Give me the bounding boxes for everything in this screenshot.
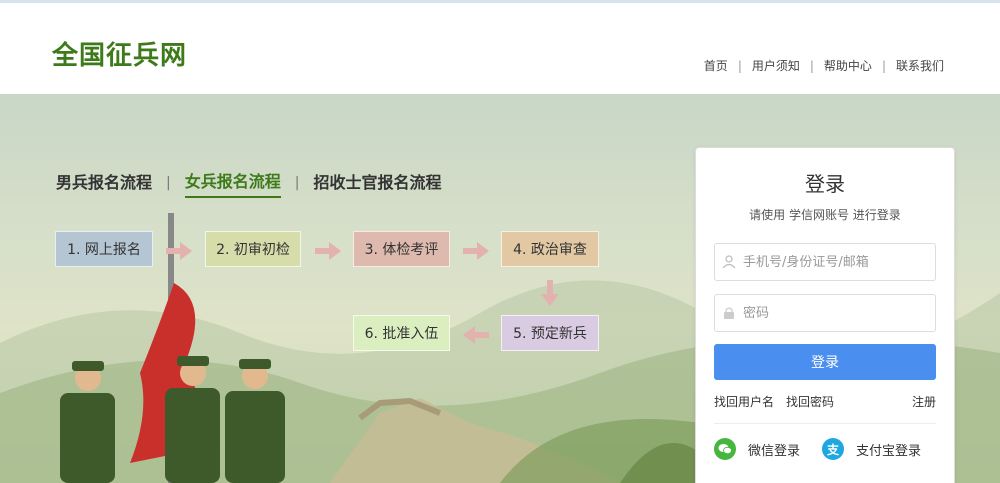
wechat-login-button[interactable]: 微信登录 bbox=[714, 438, 800, 460]
alipay-icon: 支 bbox=[822, 438, 845, 460]
step-online-registration: 1. 网上报名 bbox=[55, 231, 153, 267]
arrow-right-icon bbox=[166, 242, 192, 260]
lock-icon bbox=[715, 306, 743, 320]
step-political-review: 4. 政治审查 bbox=[501, 231, 599, 267]
password-field[interactable] bbox=[714, 294, 936, 332]
login-panel: 登录 请使用 学信网账号 进行登录 登录 找回用户名 找回密码 注册 微信登录 … bbox=[695, 147, 955, 483]
password-input[interactable] bbox=[743, 305, 923, 321]
arrow-left-icon bbox=[463, 326, 489, 344]
tab-divider: | bbox=[166, 175, 171, 191]
site-header: 全国征兵网 首页 | 用户须知 | 帮助中心 | 联系我们 bbox=[0, 0, 1000, 94]
user-icon bbox=[715, 255, 743, 269]
username-field[interactable] bbox=[714, 243, 936, 281]
find-username-link[interactable]: 找回用户名 bbox=[714, 393, 774, 410]
login-button[interactable]: 登录 bbox=[714, 344, 936, 380]
step-reserve-recruit: 5. 预定新兵 bbox=[501, 315, 599, 351]
top-nav: 首页 | 用户须知 | 帮助中心 | 联系我们 bbox=[694, 57, 954, 74]
site-logo[interactable]: 全国征兵网 bbox=[52, 35, 187, 72]
divider bbox=[714, 423, 936, 424]
nav-contact-us[interactable]: 联系我们 bbox=[886, 57, 954, 74]
login-subtitle: 请使用 学信网账号 进行登录 bbox=[749, 208, 901, 222]
account-links: 找回用户名 找回密码 注册 bbox=[714, 393, 936, 410]
alipay-login-button[interactable]: 支 支付宝登录 bbox=[822, 438, 921, 460]
nav-user-notice[interactable]: 用户须知 bbox=[742, 57, 810, 74]
arrow-right-icon bbox=[463, 242, 489, 260]
step-preliminary-check: 2. 初审初检 bbox=[205, 231, 301, 267]
step-physical-exam: 3. 体检考评 bbox=[353, 231, 450, 267]
wechat-icon bbox=[714, 438, 736, 460]
alipay-login-label: 支付宝登录 bbox=[856, 443, 922, 459]
register-link[interactable]: 注册 bbox=[912, 393, 936, 410]
arrow-down-icon bbox=[541, 280, 559, 306]
wechat-login-label: 微信登录 bbox=[748, 443, 801, 459]
username-input[interactable] bbox=[743, 254, 923, 270]
process-tabs: 男兵报名流程 | 女兵报名流程 | 招收士官报名流程 bbox=[56, 168, 441, 198]
tab-nco-recruitment[interactable]: 招收士官报名流程 bbox=[313, 169, 441, 197]
nav-help-center[interactable]: 帮助中心 bbox=[814, 57, 882, 74]
tab-divider: | bbox=[294, 175, 300, 191]
step-approve-enlistment: 6. 批准入伍 bbox=[353, 315, 450, 351]
tab-female-enlistment[interactable]: 女兵报名流程 bbox=[184, 168, 281, 198]
login-title: 登录 bbox=[805, 172, 845, 196]
social-login: 微信登录 支 支付宝登录 bbox=[714, 438, 943, 460]
arrow-right-icon bbox=[315, 242, 341, 260]
nav-home[interactable]: 首页 bbox=[694, 57, 738, 74]
find-password-link[interactable]: 找回密码 bbox=[786, 393, 834, 410]
tab-male-enlistment[interactable]: 男兵报名流程 bbox=[56, 169, 152, 197]
